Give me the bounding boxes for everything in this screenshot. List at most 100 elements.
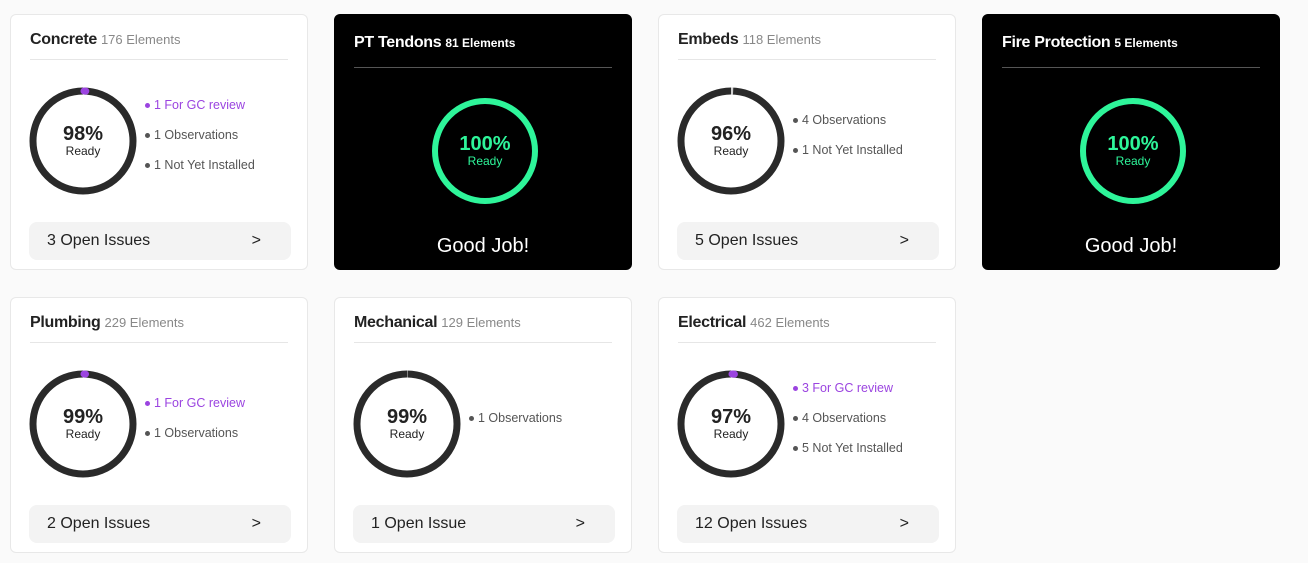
card-header: Electrical 462 Elements [678,314,936,343]
card-title: Fire Protection [1002,34,1111,51]
trade-card[interactable]: Fire Protection 5 Elements 100% Ready Good … [982,14,1280,270]
chevron-right-icon: > [251,232,261,249]
card-header: Plumbing 229 Elements [30,314,288,343]
legend-label: 1 Observations [154,128,239,142]
open-issues-label: 12 Open Issues [695,515,808,532]
legend-dot-icon [469,416,474,422]
legend-dot-icon [793,416,798,422]
legend-item: 1 For GC review [145,396,245,426]
ready-label: Ready [65,427,101,441]
readiness-ring: 97% Ready [677,370,785,478]
legend-dot-icon [145,401,150,407]
open-issues-label: 2 Open Issues [47,515,151,532]
open-issues-label: 3 Open Issues [47,232,151,249]
readiness-ring: 100% Ready [431,97,539,205]
chevron-right-icon: > [251,515,261,532]
open-issues-label: 5 Open Issues [695,232,799,249]
ready-percent: 96% [710,123,752,145]
legend-dot-icon [145,431,150,437]
trade-card[interactable]: PT Tendons 81 Elements 100% Ready Good Job! [334,14,632,270]
status-legend: 1 For GC review 1 Observations [145,396,245,456]
card-title: Electrical [678,314,747,331]
card-header: Concrete 176 Elements [30,31,288,60]
legend-label: 1 Observations [154,426,239,440]
legend-dot-icon [145,103,150,109]
ready-percent: 98% [62,123,104,145]
open-issues-button[interactable]: 3 Open Issues > [29,222,291,260]
ready-percent: 99% [386,406,428,428]
card-header: Mechanical 129 Elements [354,314,612,343]
status-legend: 1 Observations [469,411,562,441]
legend-dot-icon [793,118,798,124]
legend-label: 5 Not Yet Installed [802,441,903,455]
legend-dot-icon [793,446,798,452]
ready-label: Ready [467,154,503,168]
element-count: 5 Elements [1114,36,1178,50]
legend-label: 1 For GC review [154,396,245,410]
legend-dot-icon [145,163,150,169]
legend-item: 1 For GC review [145,98,255,128]
element-count: 118 Elements [742,32,821,47]
readiness-ring: 100% Ready [1079,97,1187,205]
legend-item: 5 Not Yet Installed [793,441,903,471]
element-count: 229 Elements [104,315,184,330]
chevron-right-icon: > [899,515,909,532]
legend-item: 1 Observations [145,128,255,158]
card-title: Concrete [30,31,97,48]
legend-label: 3 For GC review [802,381,893,395]
card-title: Embeds [678,31,739,48]
legend-item: 3 For GC review [793,381,903,411]
open-issues-button[interactable]: 12 Open Issues > [677,505,939,543]
legend-dot-icon [793,148,798,154]
legend-item: 1 Observations [145,426,245,456]
readiness-ring: 99% Ready [353,370,461,478]
ready-label: Ready [65,144,101,158]
element-count: 462 Elements [750,315,830,330]
chevron-right-icon: > [575,515,585,532]
legend-label: 1 Observations [478,411,563,425]
card-title: Plumbing [30,314,101,331]
status-legend: 3 For GC review 4 Observations 5 Not Yet I… [793,381,903,471]
trade-card[interactable]: Concrete 176 Elements 98% Ready 1 For GC re… [10,14,308,270]
legend-dot-icon [145,133,150,139]
ready-label: Ready [713,427,749,441]
card-header: Embeds 118 Elements [678,31,936,60]
ready-percent: 100% [1107,133,1159,155]
open-issues-button[interactable]: 5 Open Issues > [677,222,939,260]
ready-percent: 97% [710,406,752,428]
legend-item: 1 Not Yet Installed [145,158,255,188]
readiness-ring: 98% Ready [29,87,137,195]
element-count: 129 Elements [441,315,521,330]
trade-card[interactable]: Electrical 462 Elements 97% Ready 3 For GC … [658,297,956,553]
status-legend: 4 Observations 1 Not Yet Installed [793,113,903,173]
good-job-message: Good Job! [1084,235,1178,257]
trade-card[interactable]: Plumbing 229 Elements 99% Ready 1 For GC re… [10,297,308,553]
ready-percent: 100% [459,133,511,155]
open-issues-button[interactable]: 1 Open Issue > [353,505,615,543]
legend-item: 4 Observations [793,113,903,143]
ready-percent: 99% [62,406,104,428]
element-count: 176 Elements [100,32,181,47]
trade-card[interactable]: Mechanical 129 Elements 99% Ready 1 Observa… [334,297,632,553]
readiness-ring: 96% Ready [677,87,785,195]
ready-label: Ready [389,427,425,441]
ready-label: Ready [713,144,749,158]
chevron-right-icon: > [899,232,909,249]
ready-label: Ready [1115,154,1151,168]
trade-card[interactable]: Embeds 118 Elements 96% Ready 4 Observation… [658,14,956,270]
status-legend: 1 For GC review 1 Observations 1 Not Yet I… [145,98,255,188]
good-job-message: Good Job! [436,235,530,257]
legend-label: 4 Observations [802,113,887,127]
legend-label: 1 Not Yet Installed [802,143,903,157]
legend-item: 1 Observations [469,411,562,441]
open-issues-button[interactable]: 2 Open Issues > [29,505,291,543]
card-header: Fire Protection 5 Elements [1002,34,1260,68]
card-header: PT Tendons 81 Elements [354,34,612,68]
open-issues-label: 1 Open Issue [371,515,467,532]
readiness-ring: 99% Ready [29,370,137,478]
card-title: Mechanical [354,314,438,331]
legend-label: 1 For GC review [154,98,245,112]
card-title: PT Tendons [354,34,442,51]
legend-dot-icon [793,386,798,392]
legend-label: 4 Observations [802,411,887,425]
